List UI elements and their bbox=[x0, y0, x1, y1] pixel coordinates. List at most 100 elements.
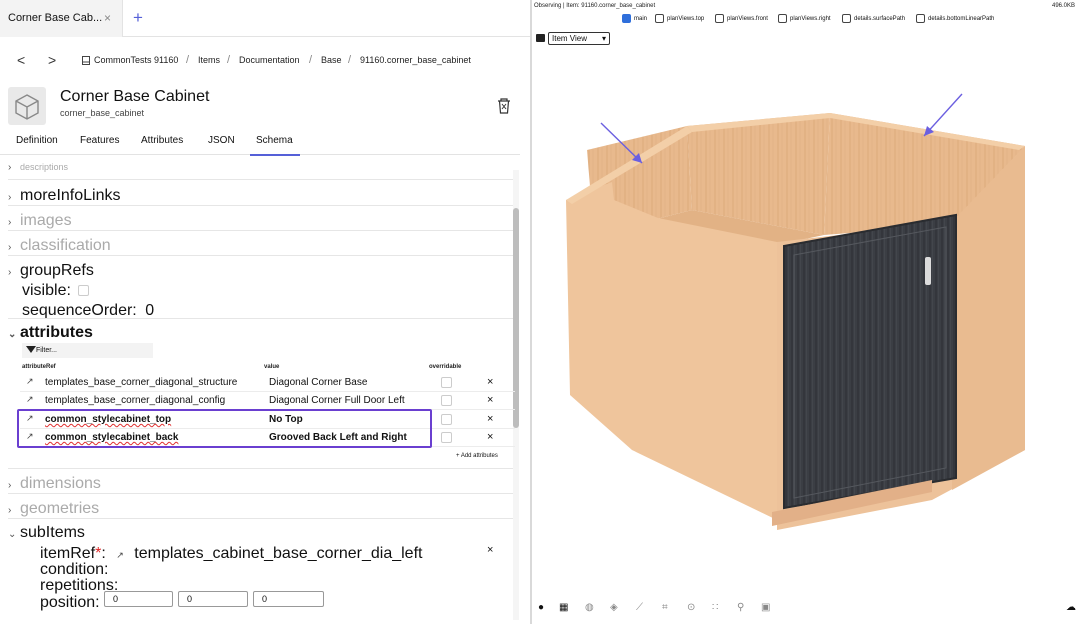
document-tab[interactable]: Corner Base Cab... × bbox=[0, 0, 123, 37]
add-attributes-button[interactable]: + Add attributes bbox=[456, 453, 498, 459]
tab-json[interactable]: JSON bbox=[208, 128, 235, 154]
attribute-value[interactable]: Diagonal Corner Base bbox=[269, 377, 367, 388]
tab-attributes[interactable]: Attributes bbox=[141, 128, 183, 154]
compass-icon[interactable]: ◍ bbox=[585, 603, 595, 613]
cube-view-icon[interactable]: ◈ bbox=[610, 603, 620, 613]
remove-attribute-button[interactable]: × bbox=[487, 413, 493, 425]
external-link-icon[interactable]: ↗ bbox=[26, 376, 34, 387]
cabinet-model bbox=[566, 113, 1025, 530]
cloud-upload-icon[interactable]: ☁ bbox=[1066, 603, 1076, 613]
view-select[interactable]: Item View ▾ bbox=[536, 31, 610, 45]
layer-checkbox-surfacepath[interactable]: details.surfacePath bbox=[842, 14, 905, 23]
breadcrumb-separator: / bbox=[348, 54, 352, 66]
remove-attribute-button[interactable]: × bbox=[487, 394, 493, 406]
divider bbox=[8, 205, 513, 206]
viewer-toolbar: ● ▦ ◍ ◈ ⟋ ⌗ ⊙ ∷ ⚲ ▣ ☁ bbox=[532, 600, 1086, 620]
back-button[interactable]: < bbox=[17, 50, 25, 70]
breadcrumb-item[interactable]: CommonTests 91160 bbox=[94, 50, 178, 70]
breadcrumb-separator: / bbox=[227, 54, 231, 66]
tree-node-dimensions[interactable]: › dimensions bbox=[8, 475, 513, 493]
tab-features[interactable]: Features bbox=[80, 128, 119, 154]
overridable-checkbox[interactable] bbox=[441, 432, 452, 443]
attribute-row: ↗ templates_base_corner_diagonal_structu… bbox=[20, 374, 515, 392]
screenshot-icon[interactable]: ▣ bbox=[761, 603, 771, 613]
tab-schema[interactable]: Schema bbox=[250, 128, 300, 156]
3d-viewport[interactable] bbox=[532, 50, 1086, 590]
tree-node-subitems[interactable]: ⌄ subItems bbox=[8, 524, 513, 542]
position-y-input[interactable]: 0 bbox=[178, 591, 248, 607]
tree-node-grouprefs[interactable]: › groupRefs bbox=[8, 262, 513, 280]
overridable-checkbox[interactable] bbox=[441, 414, 452, 425]
attribute-row: ↗ templates_base_corner_diagonal_config … bbox=[20, 392, 515, 410]
external-link-icon[interactable]: ↗ bbox=[26, 394, 34, 405]
divider bbox=[8, 518, 513, 519]
remove-subitem-button[interactable]: × bbox=[487, 544, 493, 556]
cube-icon bbox=[8, 87, 46, 125]
breadcrumb-item[interactable]: Items bbox=[198, 50, 220, 70]
document-tab-label: Corner Base Cab... bbox=[8, 12, 103, 24]
breadcrumb-item[interactable]: Documentation bbox=[239, 50, 300, 70]
chevron-right-icon: › bbox=[8, 267, 12, 278]
visible-checkbox[interactable] bbox=[78, 285, 90, 297]
position-z-input[interactable]: 0 bbox=[253, 591, 324, 607]
layer-checkbox-bottomlinearpath[interactable]: details.bottomLinearPath bbox=[916, 14, 994, 23]
filter-input[interactable]: Filter... bbox=[22, 343, 153, 358]
tree-node-descriptions[interactable]: › descriptions bbox=[8, 162, 513, 172]
divider bbox=[8, 318, 513, 319]
breadcrumb-item[interactable]: Base bbox=[321, 50, 342, 70]
chevron-right-icon: › bbox=[8, 217, 12, 228]
chevron-right-icon: › bbox=[8, 480, 12, 491]
editor-panel: Corner Base Cab... × + < > CommonTests 9… bbox=[0, 0, 530, 624]
column-header-overridable: overridable bbox=[429, 364, 462, 370]
palette-icon[interactable]: ● bbox=[538, 603, 548, 613]
tab-definition[interactable]: Definition bbox=[16, 128, 58, 154]
target-icon[interactable]: ⊙ bbox=[687, 603, 697, 613]
add-tab-icon[interactable]: + bbox=[133, 0, 143, 35]
filter-icon bbox=[26, 346, 36, 353]
divider bbox=[8, 179, 513, 180]
divider bbox=[8, 493, 513, 494]
breadcrumb-separator: / bbox=[309, 54, 313, 66]
chevron-right-icon: › bbox=[8, 242, 12, 253]
layer-checkbox-planviews-front[interactable]: planViews.front bbox=[715, 14, 768, 23]
dots-icon[interactable]: ∷ bbox=[712, 603, 722, 613]
tree-node-classification[interactable]: › classification bbox=[8, 237, 513, 255]
position-x-input[interactable]: 0 bbox=[104, 591, 173, 607]
chevron-down-icon: ⌄ bbox=[8, 529, 17, 540]
external-link-icon[interactable]: ↗ bbox=[116, 550, 124, 560]
overridable-checkbox[interactable] bbox=[441, 395, 452, 406]
attribute-ref[interactable]: templates_base_corner_diagonal_config bbox=[45, 395, 225, 406]
ruler-icon[interactable]: ⟋ bbox=[636, 603, 646, 613]
divider bbox=[8, 468, 513, 469]
grid-icon[interactable]: ▦ bbox=[559, 603, 569, 613]
overridable-checkbox[interactable] bbox=[441, 377, 452, 388]
tree-node-attributes[interactable]: ⌄ attributes bbox=[8, 324, 513, 342]
highlight-box bbox=[17, 409, 432, 448]
layer-checkbox-planviews-top[interactable]: planViews.top bbox=[655, 14, 704, 23]
size-readout: 496.0KB bbox=[1052, 3, 1076, 9]
forward-button[interactable]: > bbox=[48, 50, 56, 70]
divider bbox=[8, 230, 513, 231]
breadcrumb-item[interactable]: 91160.corner_base_cabinet bbox=[360, 50, 471, 70]
trash-icon[interactable] bbox=[496, 97, 512, 115]
attribute-ref[interactable]: templates_base_corner_diagonal_structure bbox=[45, 377, 237, 388]
column-header-value: value bbox=[264, 364, 280, 370]
tree-node-moreinfolinks[interactable]: › moreInfoLinks bbox=[8, 187, 513, 205]
sequence-order-value[interactable]: 0 bbox=[145, 302, 154, 319]
tree-node-images[interactable]: › images bbox=[8, 212, 513, 230]
divider bbox=[8, 255, 513, 256]
page-title: Corner Base Cabinet bbox=[60, 88, 210, 105]
remove-attribute-button[interactable]: × bbox=[487, 431, 493, 443]
hierarchy-icon[interactable]: ⚲ bbox=[737, 603, 747, 613]
tree-node-geometries[interactable]: › geometries bbox=[8, 500, 513, 518]
bounds-icon[interactable]: ⌗ bbox=[662, 603, 672, 613]
itemref-value[interactable]: templates_cabinet_base_corner_dia_left bbox=[134, 545, 422, 562]
layer-checkbox-planviews-right[interactable]: planViews.right bbox=[778, 14, 831, 23]
status-text: Observing | Item: 91160.corner_base_cabi… bbox=[534, 3, 656, 9]
breadcrumb: < > CommonTests 91160 / Items / Document… bbox=[0, 50, 530, 70]
tab-bar: Corner Base Cab... × + bbox=[0, 0, 530, 37]
close-icon[interactable]: × bbox=[104, 0, 111, 37]
attribute-value[interactable]: Diagonal Corner Full Door Left bbox=[269, 395, 405, 406]
remove-attribute-button[interactable]: × bbox=[487, 376, 493, 388]
layer-checkbox-main[interactable]: main bbox=[622, 14, 647, 23]
